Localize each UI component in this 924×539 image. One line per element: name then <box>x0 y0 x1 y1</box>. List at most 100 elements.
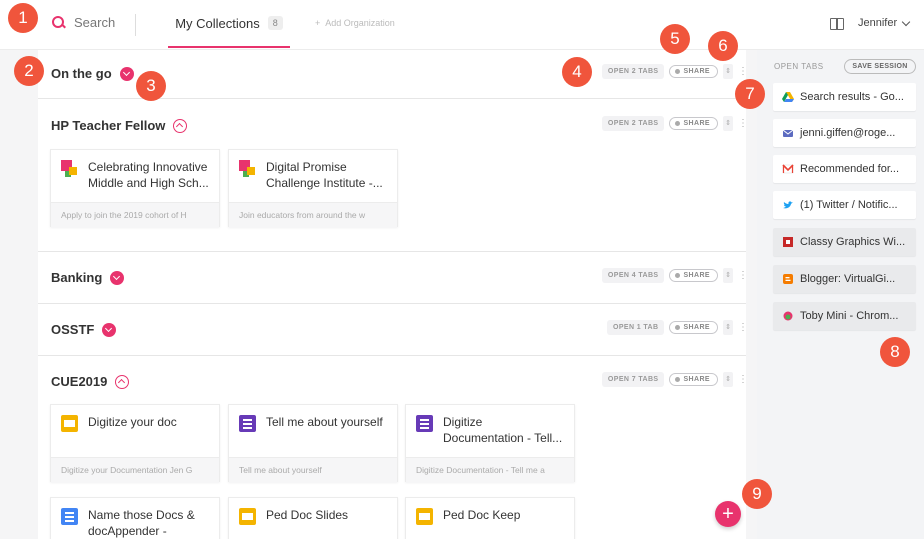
card[interactable]: Ped Doc Slides <box>228 497 398 539</box>
card-title: Name those Docs & docAppender - Googl... <box>88 508 195 538</box>
card-title: Celebrating Innovative Middle and High S… <box>88 160 209 190</box>
collection-title: OSSTF <box>51 322 95 337</box>
add-organization-button[interactable]: + Add Organization <box>315 18 395 28</box>
open-tabs-button[interactable]: OPEN 7 TABS <box>601 372 665 387</box>
collapse-toggle-icon[interactable] <box>115 374 130 389</box>
open-tab-item[interactable]: Search results - Go... <box>773 83 916 111</box>
share-button[interactable]: SHARE <box>669 373 718 386</box>
callout-badge: 5 <box>660 24 690 54</box>
google-slides-icon <box>239 508 256 525</box>
expand-toggle-icon[interactable] <box>119 66 134 81</box>
open-tab-label: Recommended for... <box>800 163 900 175</box>
card[interactable]: Tell me about yourself Tell me about you… <box>228 404 398 483</box>
card-header: Name those Docs & docAppender - Googl... <box>51 498 219 539</box>
card-description: Apply to join the 2019 cohort of H <box>51 202 219 228</box>
card[interactable]: Ped Doc Keep <box>405 497 575 539</box>
sort-icon[interactable]: ⇕ <box>723 64 733 79</box>
card[interactable]: Digitize your doc Digitize your Document… <box>50 404 220 483</box>
collection-title: CUE2019 <box>51 374 108 389</box>
collection-header[interactable]: Banking <box>51 270 125 285</box>
twitter-icon <box>783 201 793 209</box>
collection-banking: Banking OPEN 4 TABS SHARE ⇕ ⋮ <box>38 252 748 304</box>
save-session-button[interactable]: SAVE SESSION <box>844 59 916 74</box>
toby-icon <box>783 311 793 321</box>
open-tabs-button[interactable]: OPEN 1 TAB <box>606 320 665 335</box>
search-button[interactable]: Search <box>52 15 115 30</box>
share-button[interactable]: SHARE <box>669 65 718 78</box>
more-options-icon[interactable]: ⋮ <box>738 374 748 385</box>
gmail-icon <box>782 164 794 174</box>
open-tab-item[interactable]: Recommended for... <box>773 155 916 183</box>
card[interactable]: Name those Docs & docAppender - Googl... <box>50 497 220 539</box>
open-tabs-button[interactable]: OPEN 2 TABS <box>601 116 665 131</box>
collection-title: Banking <box>51 270 103 285</box>
card[interactable]: Digital Promise Challenge Institute -...… <box>228 149 398 228</box>
collection-osstf: OSSTF OPEN 1 TAB SHARE ⇕ ⋮ <box>38 304 748 356</box>
share-icon <box>675 325 681 330</box>
open-tabs-button[interactable]: OPEN 4 TABS <box>601 268 665 283</box>
collection-hp-teacher-fellow: HP Teacher Fellow OPEN 2 TABS SHARE ⇕ ⋮ … <box>38 99 748 252</box>
open-tab-label: jenni.giffen@roge... <box>800 127 896 139</box>
card[interactable]: Digitize Documentation - Tell... Digitiz… <box>405 404 575 483</box>
book-icon[interactable] <box>830 18 844 30</box>
google-keep-icon <box>416 508 433 525</box>
open-tab-label: Classy Graphics Wi... <box>800 236 906 248</box>
sort-icon[interactable]: ⇕ <box>723 372 733 387</box>
sort-icon[interactable]: ⇕ <box>723 116 733 131</box>
expand-toggle-icon[interactable] <box>102 322 117 337</box>
open-tab-label: Toby Mini - Chrom... <box>800 310 899 322</box>
share-label: SHARE <box>683 376 710 383</box>
card-header: Tell me about yourself <box>229 405 397 457</box>
google-forms-icon <box>416 415 433 432</box>
expand-toggle-icon[interactable] <box>110 270 125 285</box>
collections-list: On the go OPEN 2 TABS SHARE ⇕ ⋮ HP Teach… <box>38 50 748 539</box>
collections-count-badge: 8 <box>267 16 283 30</box>
card[interactable]: Celebrating Innovative Middle and High S… <box>50 149 220 228</box>
more-options-icon[interactable]: ⋮ <box>738 322 748 333</box>
more-options-icon[interactable]: ⋮ <box>738 118 748 129</box>
callout-badge: 7 <box>735 79 765 109</box>
share-button[interactable]: SHARE <box>669 269 718 282</box>
collection-header[interactable]: HP Teacher Fellow <box>51 118 188 133</box>
share-label: SHARE <box>683 120 710 127</box>
card-description: Tell me about yourself <box>229 457 397 483</box>
more-options-icon[interactable]: ⋮ <box>738 66 748 77</box>
collection-actions: OPEN 2 TABS SHARE ⇕ ⋮ <box>601 64 748 79</box>
open-tabs-panel: OPEN TABS SAVE SESSION Search results - … <box>757 50 924 539</box>
collection-actions: OPEN 2 TABS SHARE ⇕ ⋮ <box>601 116 748 131</box>
sort-icon[interactable]: ⇕ <box>723 268 733 283</box>
share-icon <box>675 69 681 74</box>
share-label: SHARE <box>683 324 710 331</box>
sort-icon[interactable]: ⇕ <box>723 320 733 335</box>
open-tab-item[interactable]: Toby Mini - Chrom... <box>773 302 916 330</box>
user-menu[interactable]: Jennifer <box>858 17 911 29</box>
card-header: Digital Promise Challenge Institute -... <box>229 150 397 202</box>
collection-header[interactable]: OSSTF <box>51 322 117 337</box>
main-area: On the go OPEN 2 TABS SHARE ⇕ ⋮ HP Teach… <box>0 50 757 539</box>
open-tab-item[interactable]: Classy Graphics Wi... <box>773 228 916 256</box>
tab-label: My Collections <box>175 15 260 31</box>
share-button[interactable]: SHARE <box>669 321 718 334</box>
collection-header[interactable]: CUE2019 <box>51 374 130 389</box>
open-tab-item[interactable]: Blogger: VirtualGi... <box>773 265 916 293</box>
open-tabs-title: OPEN TABS <box>774 62 824 71</box>
share-icon <box>675 121 681 126</box>
card-header: Ped Doc Keep <box>406 498 574 539</box>
collection-actions: OPEN 4 TABS SHARE ⇕ ⋮ <box>601 268 748 283</box>
card-header: Ped Doc Slides <box>229 498 397 539</box>
more-options-icon[interactable]: ⋮ <box>738 270 748 281</box>
open-tab-item[interactable]: (1) Twitter / Notific... <box>773 191 916 219</box>
share-button[interactable]: SHARE <box>669 117 718 130</box>
add-collection-button[interactable]: + <box>715 501 741 527</box>
collapse-toggle-icon[interactable] <box>173 118 188 133</box>
open-tabs-button[interactable]: OPEN 2 TABS <box>601 64 665 79</box>
card-title: Ped Doc Slides <box>266 508 349 522</box>
open-tab-item[interactable]: jenni.giffen@roge... <box>773 119 916 147</box>
collection-header[interactable]: On the go <box>51 66 134 81</box>
blogger-icon <box>783 274 793 284</box>
card-title: Digital Promise Challenge Institute -... <box>266 160 383 190</box>
divider <box>135 14 136 36</box>
tab-my-collections[interactable]: My Collections 8 <box>168 0 290 48</box>
callout-badge: 8 <box>880 337 910 367</box>
google-drive-icon <box>782 92 794 102</box>
